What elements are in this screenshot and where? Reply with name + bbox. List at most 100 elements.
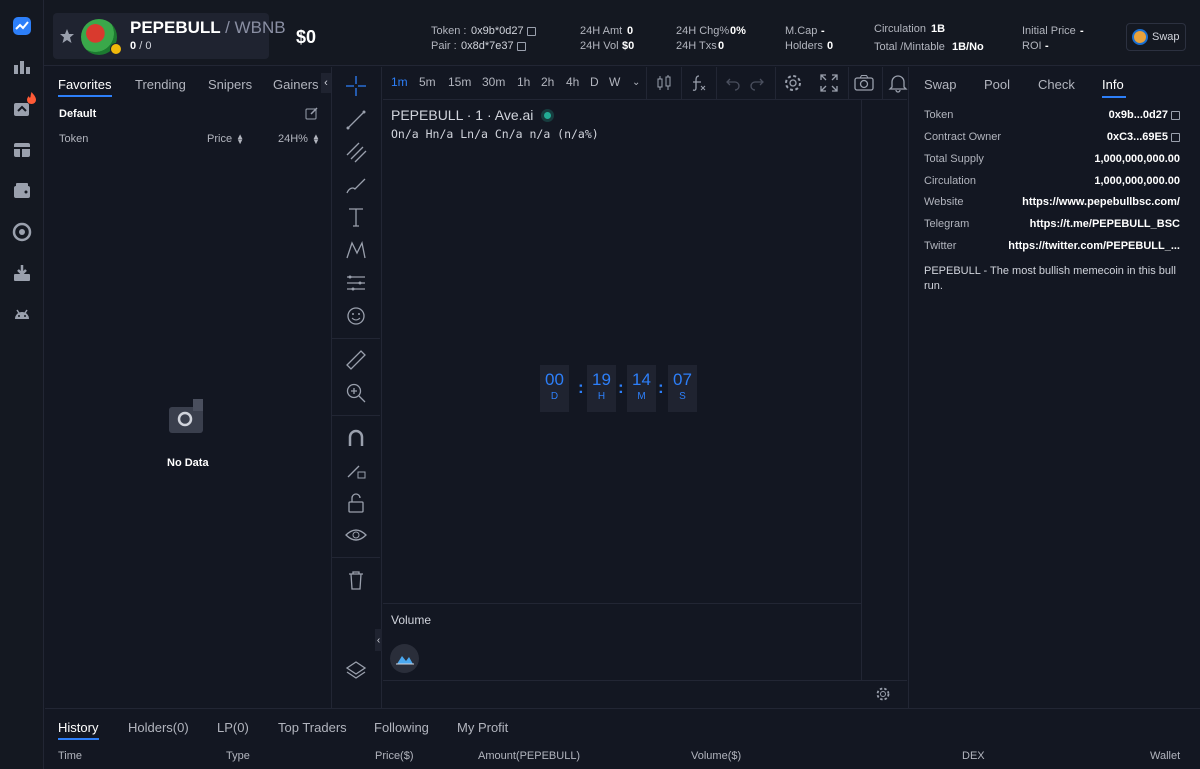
edit-icon[interactable] <box>305 107 318 120</box>
copy-icon[interactable] <box>1171 110 1180 120</box>
timeframe-2h[interactable]: 2h <box>541 75 554 89</box>
telegram-link[interactable]: https://t.me/PEPEBULL_BSC <box>1030 218 1180 230</box>
favorites-panel: Favorites Trending Snipers Gainers ‹ Def… <box>45 67 332 708</box>
pair-address[interactable]: 0x8d*7e37 <box>461 40 526 52</box>
radar-icon[interactable] <box>11 221 33 243</box>
camera-icon[interactable] <box>854 73 874 93</box>
tab-check[interactable]: Check <box>1038 77 1075 92</box>
toolbar-divider <box>716 67 717 100</box>
swap-button[interactable]: Swap <box>1126 23 1186 51</box>
unlock-icon[interactable] <box>345 492 367 514</box>
trash-icon[interactable] <box>345 569 367 591</box>
ruler-icon[interactable] <box>345 349 367 371</box>
info-key: Contract Owner <box>924 131 1002 143</box>
copy-icon[interactable] <box>516 41 526 51</box>
fib-channel-icon[interactable] <box>345 141 367 163</box>
token-card[interactable]: PEPEBULL / WBNB 0 / 0 <box>53 13 286 59</box>
timeframe-dropdown-icon[interactable]: ⌄ <box>632 77 640 88</box>
zoom-in-icon[interactable] <box>345 382 367 404</box>
col-price[interactable]: Price ▲ ▼ <box>207 133 244 146</box>
tab-swap[interactable]: Swap <box>924 77 957 92</box>
timeframe-5m[interactable]: 5m <box>419 75 436 89</box>
col-24h-change[interactable]: 24H% ▲ ▼ <box>278 133 320 146</box>
ave-logo-icon[interactable] <box>390 644 419 673</box>
info-value[interactable]: 0x9b...0d27 <box>1109 109 1180 121</box>
timeframe-day[interactable]: D <box>590 75 599 89</box>
magnet-icon[interactable] <box>345 427 367 449</box>
tab-gainers[interactable]: Gainers <box>273 77 319 92</box>
initial-price-label: Initial Price <box>1022 25 1076 37</box>
favorites-group-name[interactable]: Default <box>59 108 96 120</box>
copy-icon[interactable] <box>526 26 536 36</box>
tab-following[interactable]: Following <box>374 720 429 735</box>
crosshair-icon[interactable] <box>345 75 367 97</box>
star-icon[interactable] <box>59 28 75 44</box>
price-axis[interactable] <box>861 100 907 680</box>
tab-trending[interactable]: Trending <box>135 77 186 92</box>
market-home-icon[interactable] <box>11 15 33 37</box>
fullscreen-icon[interactable] <box>819 73 839 93</box>
info-row-circulation: Circulation 1,000,000,000.00 <box>924 175 1180 187</box>
tab-info[interactable]: Info <box>1102 77 1124 92</box>
emoji-icon[interactable] <box>345 305 367 327</box>
dashboard-icon[interactable] <box>11 139 33 161</box>
toolbar-divider <box>646 67 647 100</box>
settings-gear-icon[interactable] <box>783 73 803 93</box>
eye-icon[interactable] <box>345 524 367 546</box>
tab-top-traders[interactable]: Top Traders <box>278 720 347 735</box>
layers-icon[interactable] <box>345 659 367 681</box>
pattern-icon[interactable] <box>345 239 367 261</box>
tab-lp[interactable]: LP(0) <box>217 720 249 735</box>
chart-settings-gear-icon[interactable] <box>875 686 891 702</box>
redo-icon[interactable] <box>749 75 765 91</box>
timeframe-1h[interactable]: 1h <box>517 75 530 89</box>
volume-pane[interactable]: Volume <box>383 603 861 680</box>
website-link[interactable]: https://www.pepebullbsc.com/ <box>1022 196 1180 208</box>
toolbar-divider <box>332 557 380 558</box>
brush-icon[interactable] <box>345 174 367 196</box>
tab-history[interactable]: History <box>58 720 98 735</box>
timeframe-4h[interactable]: 4h <box>566 75 579 89</box>
amt-24h-label: 24H Amt <box>580 25 623 37</box>
token-price: $0 <box>296 27 317 47</box>
collapse-toolbar-icon[interactable]: ‹ <box>375 629 382 651</box>
twitter-link[interactable]: https://twitter.com/PEPEBULL_... <box>1008 240 1180 252</box>
undo-icon[interactable] <box>725 75 741 91</box>
lock-drawing-icon[interactable] <box>345 459 367 481</box>
timeframe-15m[interactable]: 15m <box>448 75 471 89</box>
tab-favorites[interactable]: Favorites <box>58 77 111 92</box>
countdown-separator: : <box>658 378 664 397</box>
initial-price-value: - <box>1080 25 1084 37</box>
tab-holders[interactable]: Holders(0) <box>128 720 189 735</box>
wallet-icon[interactable] <box>11 180 33 202</box>
info-value[interactable]: 0xC3...69E5 <box>1107 131 1180 143</box>
timeframe-1m[interactable]: 1m <box>391 75 408 89</box>
vol-24h-label: 24H Vol <box>580 40 619 52</box>
prediction-icon[interactable] <box>345 272 367 294</box>
swap-avatar-icon <box>1132 29 1148 45</box>
owner-address-short: 0xC3...69E5 <box>1106 131 1168 143</box>
download-icon[interactable] <box>11 262 33 284</box>
price-chart[interactable]: PEPEBULL · 1 · Ave.ai On/a Hn/a Ln/a Cn/… <box>383 100 861 603</box>
timeframe-30m[interactable]: 30m <box>482 75 505 89</box>
tab-pool[interactable]: Pool <box>984 77 1010 92</box>
text-tool-icon[interactable] <box>345 206 367 228</box>
candlestick-chart-icon[interactable] <box>11 57 33 79</box>
info-value: 1,000,000,000.00 <box>1094 175 1180 187</box>
info-row-website: Website https://www.pepebullbsc.com/ <box>924 196 1180 208</box>
candle-type-icon[interactable] <box>655 74 673 92</box>
hot-launch-icon[interactable] <box>11 92 36 120</box>
timeframe-week[interactable]: W <box>609 75 620 89</box>
alert-bell-icon[interactable] <box>888 73 908 93</box>
toolbar-divider <box>681 67 682 100</box>
collapse-panel-icon[interactable]: ‹ <box>321 73 331 93</box>
android-icon[interactable] <box>11 303 33 325</box>
token-address[interactable]: 0x9b*0d27 <box>471 25 536 37</box>
info-row-telegram: Telegram https://t.me/PEPEBULL_BSC <box>924 218 1180 230</box>
tab-my-profit[interactable]: My Profit <box>457 720 508 735</box>
circulation-value: 1B <box>931 23 946 35</box>
trend-line-icon[interactable] <box>345 109 367 131</box>
indicators-icon[interactable] <box>689 74 707 92</box>
tab-snipers[interactable]: Snipers <box>208 77 252 92</box>
copy-icon[interactable] <box>1171 132 1180 142</box>
